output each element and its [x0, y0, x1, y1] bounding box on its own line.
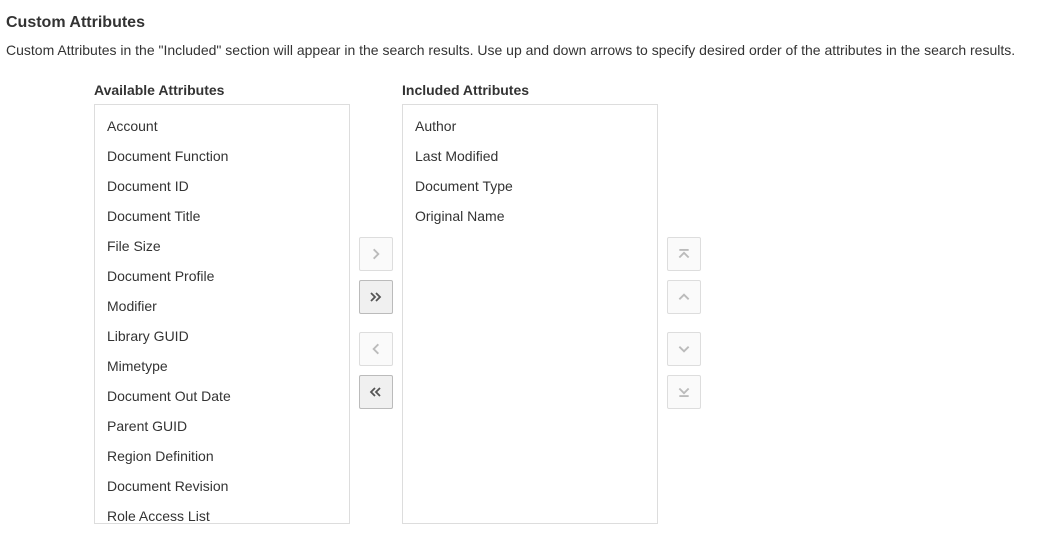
available-item[interactable]: Document Out Date [95, 381, 349, 411]
move-up-button[interactable] [667, 280, 701, 314]
available-item[interactable]: Document Function [95, 141, 349, 171]
available-item[interactable]: Modifier [95, 291, 349, 321]
move-down-button[interactable] [667, 332, 701, 366]
included-item[interactable]: Document Type [403, 171, 657, 201]
available-item[interactable]: Document Revision [95, 471, 349, 501]
available-item[interactable]: Document ID [95, 171, 349, 201]
available-item[interactable]: Account [95, 111, 349, 141]
available-item[interactable]: Document Profile [95, 261, 349, 291]
included-attributes-listbox[interactable]: AuthorLast ModifiedDocument TypeOriginal… [402, 104, 658, 524]
move-top-button[interactable] [667, 237, 701, 271]
included-item[interactable]: Last Modified [403, 141, 657, 171]
available-item[interactable]: Library GUID [95, 321, 349, 351]
available-item[interactable]: Region Definition [95, 441, 349, 471]
included-attributes-title: Included Attributes [402, 82, 658, 98]
available-attributes-listbox[interactable]: AccountDocument FunctionDocument IDDocum… [94, 104, 350, 524]
available-item[interactable]: Mimetype [95, 351, 349, 381]
available-item[interactable]: File Size [95, 231, 349, 261]
available-item[interactable]: Document Title [95, 201, 349, 231]
move-all-right-button[interactable] [359, 280, 393, 314]
included-item[interactable]: Author [403, 111, 657, 141]
included-column: Included Attributes AuthorLast ModifiedD… [402, 82, 658, 524]
page-title: Custom Attributes [6, 14, 1049, 32]
reorder-buttons [658, 237, 710, 418]
move-right-button[interactable] [359, 237, 393, 271]
available-column: Available Attributes AccountDocument Fun… [94, 82, 350, 524]
available-item[interactable]: Role Access List [95, 501, 349, 524]
page-description: Custom Attributes in the "Included" sect… [6, 42, 1049, 58]
included-item[interactable]: Original Name [403, 201, 657, 231]
move-all-left-button[interactable] [359, 375, 393, 409]
move-bottom-button[interactable] [667, 375, 701, 409]
available-item[interactable]: Parent GUID [95, 411, 349, 441]
move-left-button[interactable] [359, 332, 393, 366]
dual-list-container: Available Attributes AccountDocument Fun… [4, 82, 1051, 524]
transfer-buttons [350, 237, 402, 418]
available-attributes-title: Available Attributes [94, 82, 350, 98]
